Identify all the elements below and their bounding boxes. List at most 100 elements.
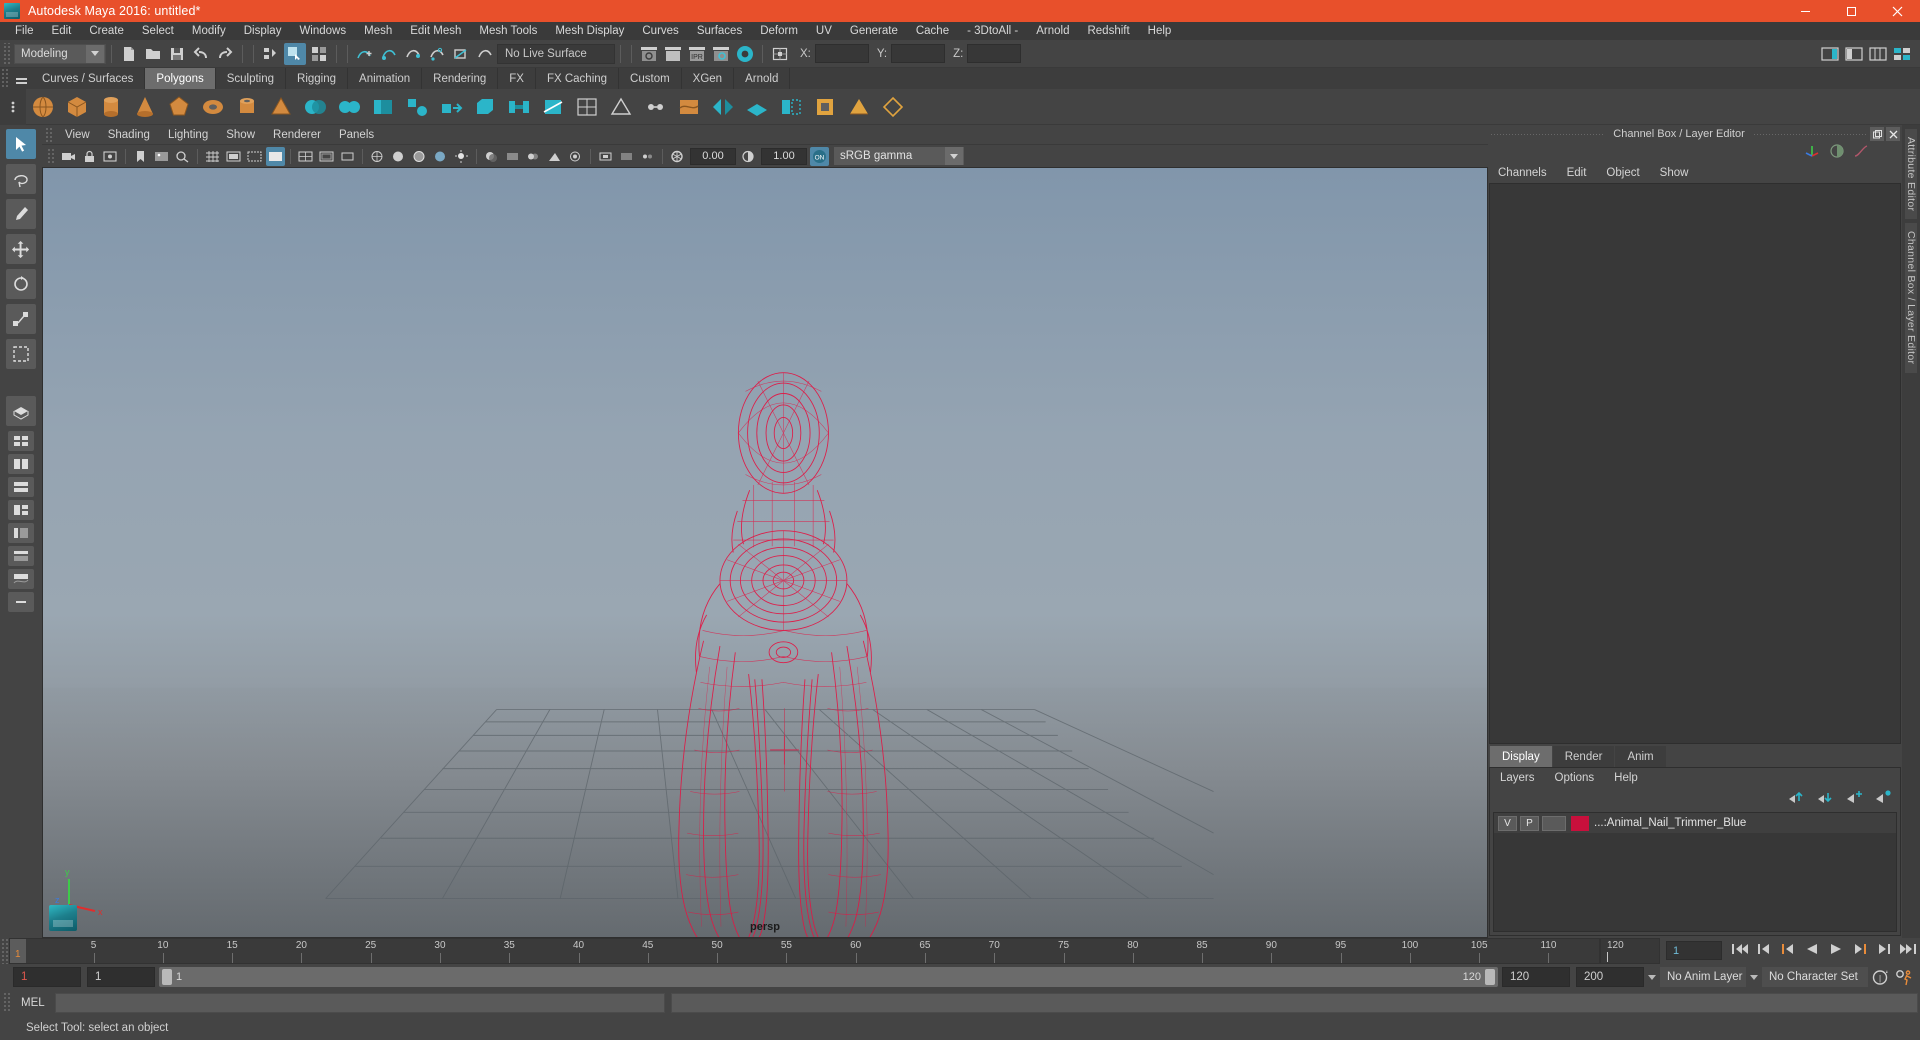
viewport-menu-grip[interactable] — [45, 126, 53, 143]
exposure-field[interactable]: 0.00 — [690, 147, 736, 165]
select-object-icon[interactable] — [284, 42, 306, 65]
render-sequence-icon[interactable] — [662, 43, 684, 65]
command-line-grip[interactable] — [2, 993, 11, 1013]
isolate-select-icon[interactable] — [596, 147, 615, 166]
bridge-icon[interactable] — [504, 92, 534, 122]
shaded-wireframe-icon[interactable] — [410, 147, 429, 166]
append-polygon-icon[interactable] — [776, 92, 806, 122]
target-weld-icon[interactable] — [640, 92, 670, 122]
persp-graph-layout[interactable] — [8, 569, 34, 589]
menu-help[interactable]: Help — [1139, 22, 1181, 40]
menu-file[interactable]: File — [6, 22, 43, 40]
lasso-select-tool[interactable] — [6, 164, 36, 194]
time-slider-grip[interactable] — [0, 938, 9, 964]
shelf-tab-fx[interactable]: FX — [498, 68, 536, 89]
shelf-tab-animation[interactable]: Animation — [348, 68, 423, 89]
layer-menu-options[interactable]: Options — [1545, 768, 1605, 788]
show-hide-attribute-editor-icon[interactable] — [1819, 43, 1841, 65]
y-coordinate-field[interactable] — [891, 44, 946, 63]
snap-grid-icon[interactable] — [354, 43, 376, 65]
last-tool-used[interactable] — [6, 339, 36, 369]
menu-redshift[interactable]: Redshift — [1078, 22, 1138, 40]
layer-shading-toggle[interactable] — [1542, 815, 1566, 831]
anim-start-field[interactable]: 1 — [87, 967, 155, 987]
shelf-tab-sculpting[interactable]: Sculpting — [216, 68, 287, 89]
viewport-menu-view[interactable]: View — [56, 125, 99, 145]
menu-cache[interactable]: Cache — [907, 22, 958, 40]
range-start-field[interactable]: 1 — [13, 967, 81, 987]
poly-pipe-icon[interactable] — [232, 92, 262, 122]
undock-icon[interactable] — [1870, 127, 1884, 141]
single-perspective-layout[interactable] — [6, 396, 36, 426]
viewport-menu-shading[interactable]: Shading — [99, 125, 159, 145]
channelbox-menu-edit[interactable]: Edit — [1557, 163, 1597, 183]
poly-torus-icon[interactable] — [198, 92, 228, 122]
anim-end-field[interactable]: 200 — [1576, 967, 1644, 987]
camera-attributes-icon[interactable] — [101, 147, 120, 166]
rotate-tool[interactable] — [6, 269, 36, 299]
smooth-icon[interactable] — [402, 92, 432, 122]
viewport-menu-panels[interactable]: Panels — [330, 125, 383, 145]
menu-curves[interactable]: Curves — [633, 22, 687, 40]
extrude-icon[interactable] — [436, 92, 466, 122]
play-forwards-icon[interactable] — [1824, 938, 1848, 960]
hypershade-layout[interactable] — [8, 546, 34, 566]
depth-of-field-icon[interactable] — [566, 147, 585, 166]
channelbox-menu-channels[interactable]: Channels — [1488, 163, 1557, 183]
layer-menu-layers[interactable]: Layers — [1490, 768, 1545, 788]
range-start-handle[interactable] — [162, 969, 172, 985]
character-set-selector[interactable]: No Character Set — [1762, 967, 1868, 987]
viewport-menu-renderer[interactable]: Renderer — [264, 125, 330, 145]
select-component-icon[interactable] — [308, 43, 330, 65]
shelf-tab-polygons[interactable]: Polygons — [145, 68, 216, 89]
character-set-chevron-down-icon[interactable] — [1746, 967, 1762, 987]
layer-tab-render[interactable]: Render — [1552, 746, 1615, 767]
go-to-start-icon[interactable] — [1728, 938, 1752, 960]
ipr-render-icon[interactable]: IPR — [686, 43, 708, 65]
xray-joints-icon[interactable] — [638, 147, 657, 166]
play-backwards-icon[interactable] — [1800, 938, 1824, 960]
show-hide-channelbox-icon[interactable] — [1867, 43, 1889, 65]
close-icon[interactable] — [1874, 0, 1920, 22]
side-tab-channel-box[interactable]: Channel Box / Layer Editor — [1905, 223, 1917, 373]
film-gate-icon[interactable] — [224, 147, 243, 166]
menu-uv[interactable]: UV — [807, 22, 841, 40]
grid-toggle-icon[interactable] — [203, 147, 222, 166]
current-time-indicator[interactable]: 1 — [10, 939, 26, 963]
screen-space-ao-icon[interactable] — [503, 147, 522, 166]
sculpt-icon[interactable] — [674, 92, 704, 122]
snap-projected-icon[interactable] — [426, 43, 448, 65]
lock-camera-icon[interactable] — [80, 147, 99, 166]
safe-title-icon[interactable] — [338, 147, 357, 166]
menu-edit-mesh[interactable]: Edit Mesh — [401, 22, 470, 40]
go-to-end-icon[interactable] — [1896, 938, 1920, 960]
bookmark-icon[interactable] — [131, 147, 150, 166]
menu-set-selector[interactable]: Modeling — [14, 43, 106, 64]
menu-create[interactable]: Create — [80, 22, 133, 40]
new-layer-icon[interactable] — [1846, 790, 1863, 808]
poly-prism-icon[interactable] — [266, 92, 296, 122]
shelf-tab-rendering[interactable]: Rendering — [422, 68, 499, 89]
maximize-icon[interactable] — [1828, 0, 1874, 22]
current-frame-field[interactable]: 1 — [1666, 941, 1722, 960]
redo-icon[interactable] — [214, 43, 236, 65]
hypershade-icon[interactable] — [734, 43, 756, 65]
command-input-field[interactable] — [54, 993, 665, 1013]
perspective-viewport[interactable]: y x z persp — [42, 167, 1488, 938]
poly-cube-icon[interactable] — [62, 92, 92, 122]
render-view-icon[interactable] — [769, 43, 791, 65]
wireframe-icon[interactable] — [368, 147, 387, 166]
menu-deform[interactable]: Deform — [751, 22, 807, 40]
viewport-menu-lighting[interactable]: Lighting — [159, 125, 217, 145]
separate-icon[interactable] — [334, 92, 364, 122]
shelf-tab-curves-surfaces[interactable]: Curves / Surfaces — [31, 68, 146, 89]
display-layer-list[interactable]: V P ...:Animal_Nail_Trimmer_Blue — [1493, 812, 1897, 932]
crease-icon[interactable] — [606, 92, 636, 122]
menu-edit[interactable]: Edit — [43, 22, 81, 40]
layer-playback-toggle[interactable]: P — [1520, 815, 1539, 831]
new-layer-from-selected-icon[interactable] — [1875, 790, 1892, 808]
shelf-tab-fx-caching[interactable]: FX Caching — [536, 68, 620, 89]
three-view-split-layout[interactable] — [8, 500, 34, 520]
textured-icon[interactable] — [431, 147, 450, 166]
step-forward-frame-icon[interactable] — [1848, 938, 1872, 960]
